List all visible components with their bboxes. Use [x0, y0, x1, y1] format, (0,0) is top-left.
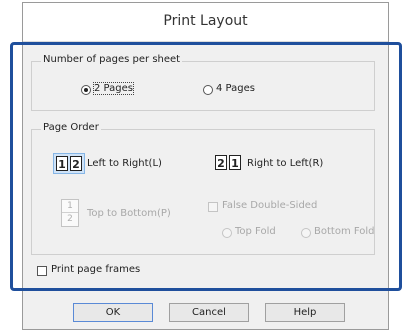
- ok-button[interactable]: OK: [73, 303, 153, 322]
- four-pages-label[interactable]: 4 Pages: [216, 83, 255, 94]
- print-page-frames-checkbox[interactable]: [37, 266, 47, 276]
- page-digit: 2: [70, 156, 82, 171]
- false-double-sided-checkbox: [208, 202, 218, 212]
- title-bar: Print Layout: [23, 3, 388, 42]
- two-pages-radio[interactable]: [81, 85, 91, 95]
- left-to-right-label[interactable]: Left to Right(L): [87, 158, 162, 169]
- bottom-fold-radio: [301, 228, 311, 238]
- page-digit: 1: [229, 155, 241, 170]
- left-to-right-icon[interactable]: 1 2: [53, 153, 85, 174]
- top-fold-label: Top Fold: [235, 226, 276, 237]
- page-digit: 2: [215, 155, 227, 170]
- page-order-label: Page Order: [41, 122, 101, 133]
- page-digit: 2: [67, 214, 73, 224]
- help-button[interactable]: Help: [265, 303, 345, 322]
- right-to-left-label[interactable]: Right to Left(R): [247, 158, 323, 169]
- top-to-bottom-label: Top to Bottom(P): [87, 208, 171, 219]
- pages-per-sheet-label: Number of pages per sheet: [41, 54, 183, 65]
- top-fold-radio: [222, 228, 232, 238]
- top-to-bottom-icon: 1 2: [61, 199, 79, 227]
- print-page-frames-label[interactable]: Print page frames: [51, 264, 140, 275]
- page-digit: 1: [62, 200, 78, 213]
- dialog-title: Print Layout: [163, 13, 248, 29]
- false-double-sided-label: False Double-Sided: [222, 200, 318, 211]
- page-digit: 1: [56, 156, 68, 171]
- right-to-left-icon[interactable]: 2 1: [213, 153, 243, 172]
- cancel-button[interactable]: Cancel: [169, 303, 249, 322]
- two-pages-label[interactable]: 2 Pages: [93, 82, 134, 95]
- four-pages-radio[interactable]: [203, 85, 213, 95]
- bottom-fold-label: Bottom Fold: [314, 226, 375, 237]
- print-layout-dialog: Print Layout Number of pages per sheet 2…: [22, 2, 389, 330]
